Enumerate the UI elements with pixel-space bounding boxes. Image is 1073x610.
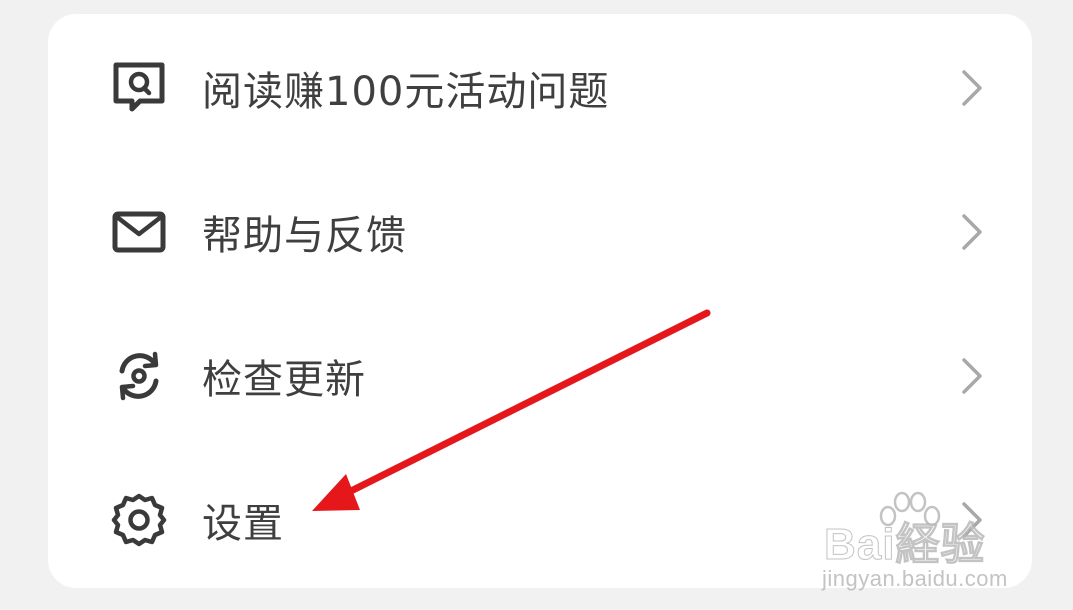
menu-item-label: 阅读赚100元活动问题 bbox=[202, 69, 610, 115]
menu-item-label: 检查更新 bbox=[202, 357, 366, 403]
menu-item-label: 帮助与反馈 bbox=[202, 213, 407, 259]
chevron-right-icon bbox=[956, 356, 986, 396]
chevron-right-icon bbox=[956, 68, 986, 108]
menu-item-settings[interactable]: 设置 bbox=[48, 448, 1032, 592]
chevron-right-icon bbox=[956, 212, 986, 252]
chat-search-icon bbox=[110, 59, 168, 117]
mail-icon bbox=[110, 203, 168, 261]
menu-card: 阅读赚100元活动问题 帮助与反馈 检查更新 设置 bbox=[48, 14, 1032, 588]
menu-item-check-update[interactable]: 检查更新 bbox=[48, 304, 1032, 448]
menu-item-reading-activity[interactable]: 阅读赚100元活动问题 bbox=[48, 16, 1032, 160]
refresh-icon bbox=[110, 347, 168, 405]
gear-icon bbox=[110, 491, 168, 549]
menu-item-help-feedback[interactable]: 帮助与反馈 bbox=[48, 160, 1032, 304]
menu-item-label: 设置 bbox=[202, 501, 284, 547]
chevron-right-icon bbox=[956, 500, 986, 540]
